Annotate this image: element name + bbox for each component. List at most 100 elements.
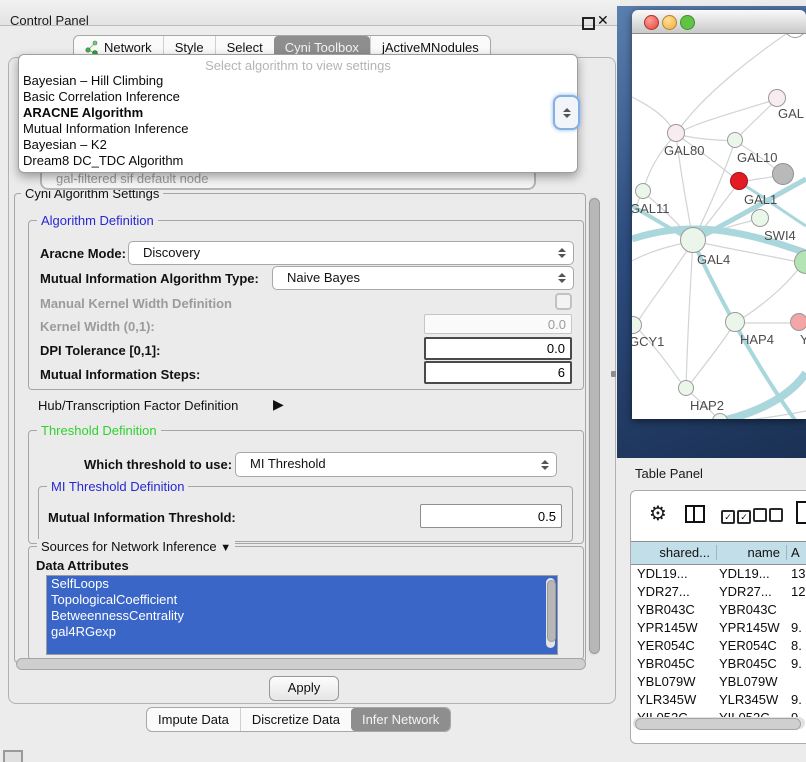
table-row[interactable]: YDL19...YDL19...13 bbox=[631, 565, 806, 583]
node-gal11[interactable] bbox=[635, 183, 651, 199]
dropdown-item[interactable]: Mutual Information Inference bbox=[23, 121, 188, 137]
tab-discretize-data[interactable]: Discretize Data bbox=[240, 708, 351, 731]
combo-stepper-icon bbox=[558, 248, 566, 258]
attribute-item[interactable]: gal4RGexp bbox=[47, 624, 557, 640]
app-root: Control Panel ✕ Network Style Select Cyn… bbox=[0, 0, 806, 762]
node-gal10[interactable] bbox=[727, 132, 743, 148]
apply-button[interactable]: Apply bbox=[269, 676, 339, 701]
table-header: shared... name A bbox=[631, 541, 806, 565]
node-gray[interactable] bbox=[772, 163, 794, 185]
network-view-window[interactable]: GAL GAL80 GAL10 GAL1 GAL11 SWI4 GAL4 GCY… bbox=[632, 10, 806, 419]
column-header-shared-name[interactable]: shared... bbox=[631, 545, 717, 560]
settings-vertical-scrollbar[interactable] bbox=[588, 196, 599, 656]
close-icon[interactable]: ✕ bbox=[597, 12, 609, 29]
which-threshold-label: Which threshold to use: bbox=[84, 457, 232, 472]
mi-steps-label: Mutual Information Steps: bbox=[40, 367, 200, 382]
dropdown-item[interactable]: Basic Correlation Inference bbox=[23, 89, 180, 105]
split-columns-icon[interactable] bbox=[685, 505, 705, 523]
column-header-partial[interactable]: A bbox=[787, 545, 806, 560]
table-row[interactable]: YLR345WYLR345W9. bbox=[631, 691, 806, 709]
table-row[interactable]: YBR045CYBR045C9. bbox=[631, 655, 806, 673]
settings-horizontal-scrollbar[interactable] bbox=[16, 658, 586, 670]
node-label: GAL11 bbox=[632, 201, 670, 216]
table-row[interactable]: YBL079WYBL079W bbox=[631, 673, 806, 691]
node-hap4[interactable] bbox=[725, 312, 745, 332]
attribute-list-scrollbar[interactable] bbox=[546, 578, 555, 648]
node-label: GAL4 bbox=[697, 252, 730, 267]
aracne-mode-combo[interactable]: Discovery bbox=[128, 241, 574, 265]
kernel-width-label: Kernel Width (0,1): bbox=[40, 319, 155, 334]
data-attributes-label: Data Attributes bbox=[36, 558, 129, 573]
dropdown-placeholder: Select algorithm to view settings bbox=[19, 58, 577, 73]
algorithm-dropdown-popup: Select algorithm to view settings Bayesi… bbox=[18, 54, 578, 173]
mi-algorithm-type-label: Mutual Information Algorithm Type: bbox=[40, 271, 259, 286]
node-pink-right[interactable] bbox=[790, 313, 806, 331]
node-label: HAP2 bbox=[690, 398, 724, 413]
mi-steps-field[interactable] bbox=[424, 361, 572, 384]
column-header-name[interactable]: name bbox=[717, 545, 787, 560]
combo-stepper-icon bbox=[558, 273, 566, 283]
node-label: HAP4 bbox=[740, 332, 774, 347]
tab-infer-network[interactable]: Infer Network bbox=[351, 708, 450, 731]
table-row[interactable]: YBR043CYBR043C bbox=[631, 601, 806, 619]
table-row[interactable]: YER054CYER054C8. bbox=[631, 637, 806, 655]
select-all-columns-icon[interactable]: ✓✓ bbox=[721, 508, 753, 524]
node-pink-top[interactable] bbox=[768, 89, 786, 107]
attribute-item[interactable]: SelfLoops bbox=[47, 576, 557, 592]
which-threshold-combo[interactable]: MI Threshold bbox=[235, 452, 557, 477]
node-hap2[interactable] bbox=[678, 380, 694, 396]
dropdown-item[interactable]: Dream8 DC_TDC Algorithm bbox=[23, 153, 183, 169]
zoom-traffic-light[interactable] bbox=[680, 15, 695, 30]
panel-resize-gripper[interactable] bbox=[611, 371, 616, 377]
threshold-definition-title: Threshold Definition bbox=[37, 423, 161, 438]
dpi-tolerance-field[interactable] bbox=[424, 337, 572, 360]
node-label: GCY1 bbox=[632, 334, 664, 349]
deselect-all-columns-icon[interactable] bbox=[753, 508, 785, 525]
gear-icon[interactable]: ⚙ bbox=[649, 501, 667, 525]
float-window-icon[interactable] bbox=[582, 17, 595, 30]
attribute-item[interactable]: TopologicalCoefficient bbox=[47, 592, 557, 608]
manual-kernel-width-label: Manual Kernel Width Definition bbox=[40, 296, 232, 311]
node-label: GAL10 bbox=[737, 150, 777, 165]
attribute-item bbox=[47, 640, 557, 655]
node-swi4[interactable] bbox=[751, 209, 769, 227]
dropdown-item[interactable]: Bayesian – K2 bbox=[23, 137, 107, 153]
table-panel-box: ⚙ ✓✓ shared... name A YDL19...YDL19...13… bbox=[630, 490, 806, 744]
manual-kernel-width-checkbox[interactable] bbox=[555, 293, 572, 310]
hub-section-label[interactable]: Hub/Transcription Factor Definition bbox=[38, 398, 238, 413]
node-gal4[interactable] bbox=[680, 227, 706, 253]
kernel-width-field[interactable] bbox=[424, 314, 572, 334]
dropdown-item[interactable]: Bayesian – Hill Climbing bbox=[23, 73, 163, 89]
attribute-item[interactable]: BetweennessCentrality bbox=[47, 608, 557, 624]
tab-impute-data[interactable]: Impute Data bbox=[147, 708, 240, 731]
close-traffic-light[interactable] bbox=[644, 15, 659, 30]
network-window-titlebar[interactable] bbox=[632, 10, 806, 34]
expand-arrow-icon[interactable]: ▶ bbox=[273, 396, 284, 413]
focused-combo-endcap[interactable] bbox=[553, 95, 580, 130]
mi-threshold-definition-title: MI Threshold Definition bbox=[47, 479, 188, 494]
mi-threshold-label: Mutual Information Threshold: bbox=[48, 510, 236, 525]
network-canvas[interactable]: GAL GAL80 GAL10 GAL1 GAL11 SWI4 GAL4 GCY… bbox=[632, 34, 806, 419]
data-attributes-list[interactable]: SelfLoops TopologicalCoefficient Between… bbox=[46, 575, 558, 655]
docked-panel-icon[interactable] bbox=[3, 750, 23, 762]
node-label: SWI4 bbox=[764, 228, 796, 243]
mi-threshold-field[interactable] bbox=[420, 504, 562, 528]
node-gal80[interactable] bbox=[667, 124, 685, 142]
dpi-tolerance-label: DPI Tolerance [0,1]: bbox=[40, 343, 160, 358]
dropdown-item-selected[interactable]: ARACNE Algorithm bbox=[23, 105, 143, 121]
mi-algorithm-type-combo[interactable]: Naive Bayes bbox=[272, 266, 574, 290]
table-horizontal-scrollbar[interactable] bbox=[633, 717, 805, 729]
document-icon[interactable] bbox=[796, 501, 806, 524]
node-label: GAL80 bbox=[664, 143, 704, 158]
table-row[interactable]: YDR27...YDR27...12 bbox=[631, 583, 806, 601]
sources-title[interactable]: Sources for Network Inference ▼ bbox=[37, 539, 235, 554]
node-gal1[interactable] bbox=[730, 172, 748, 190]
control-panel-title: Control Panel bbox=[10, 13, 89, 28]
collapse-arrow-icon: ▼ bbox=[220, 542, 231, 554]
minimize-traffic-light[interactable] bbox=[662, 15, 677, 30]
node-label: GAL1 bbox=[744, 192, 777, 207]
table-row[interactable]: YPR145WYPR145W9. bbox=[631, 619, 806, 637]
aracne-mode-label: Aracne Mode: bbox=[40, 246, 126, 261]
table-row[interactable]: YIL052CYIL052C9 bbox=[631, 709, 806, 717]
node-label: GAL bbox=[778, 106, 804, 121]
